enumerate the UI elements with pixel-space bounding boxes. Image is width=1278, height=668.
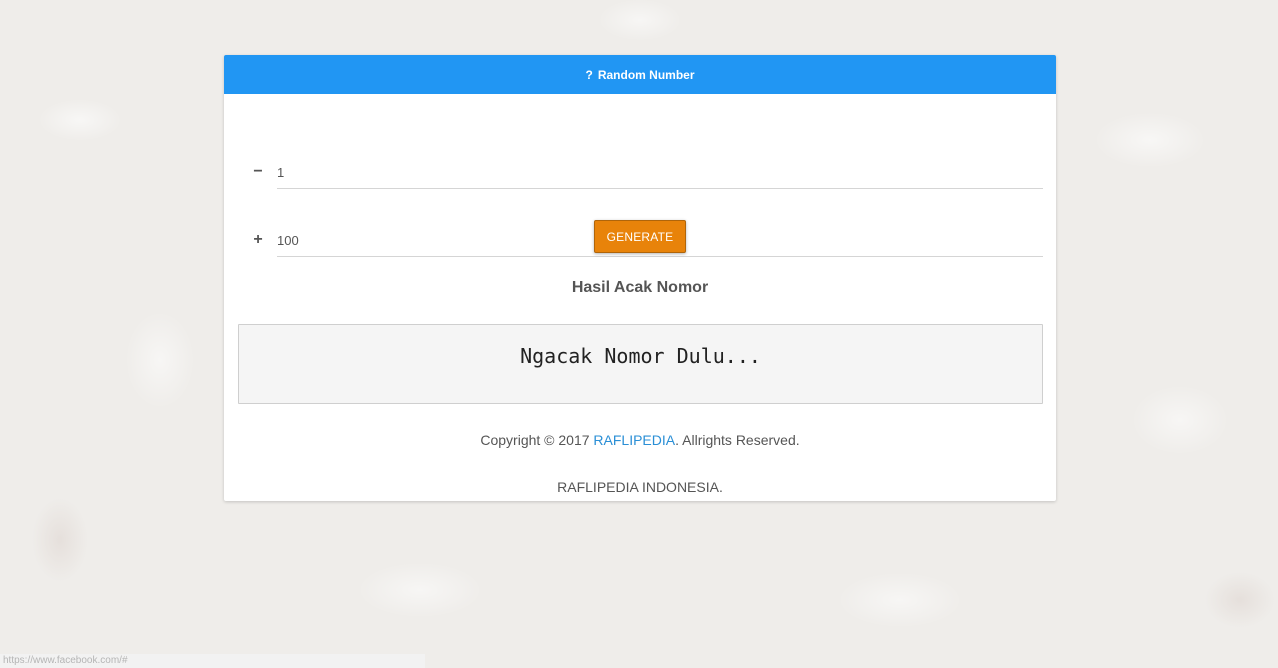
- brand-link[interactable]: RAFLIPEDIA: [593, 432, 675, 448]
- card-title: Random Number: [597, 67, 695, 82]
- result-box: Ngacak Nomor Dulu...: [238, 324, 1043, 404]
- min-number-input[interactable]: [277, 157, 1043, 189]
- card-header: ? Random Number: [224, 55, 1056, 94]
- result-title: Hasil Acak Nomor: [571, 279, 709, 296]
- generate-button[interactable]: GENERATE: [594, 220, 686, 253]
- copyright-text: Copyright © 2017 RAFLIPEDIA. Allrights R…: [224, 432, 1056, 448]
- status-bar-url: https://www.facebook.com/#: [0, 654, 425, 668]
- random-number-card: ? Random Number − + GENERATE Hasil Acak …: [224, 55, 1056, 501]
- plus-icon: +: [253, 231, 263, 248]
- question-icon: ?: [585, 67, 593, 82]
- company-name: RAFLIPEDIA INDONESIA.: [557, 479, 723, 495]
- result-text: Ngacak Nomor Dulu...: [520, 344, 761, 368]
- minus-icon: −: [253, 163, 263, 180]
- min-number-row: −: [224, 157, 1056, 197]
- copyright-prefix: Copyright © 2017: [480, 432, 594, 448]
- copyright-suffix: . Allrights Reserved.: [675, 432, 800, 448]
